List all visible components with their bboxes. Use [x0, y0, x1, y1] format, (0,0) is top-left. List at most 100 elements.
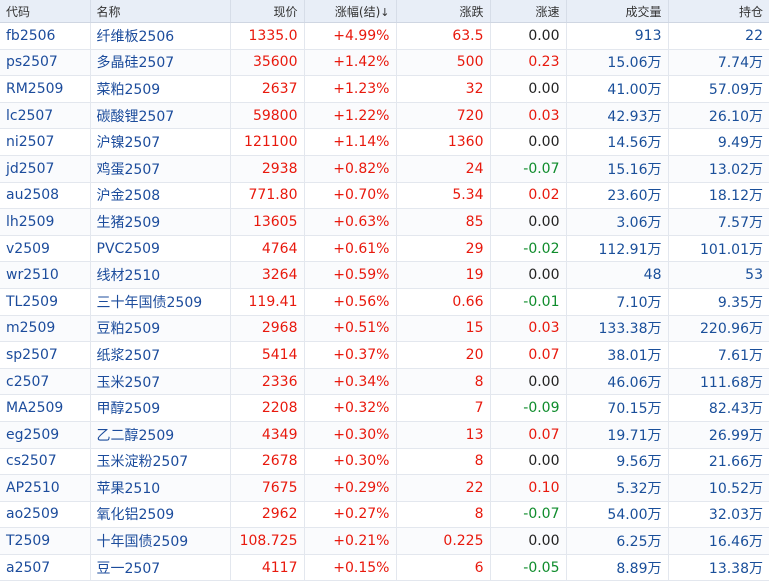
cell-code[interactable]: au2508 — [0, 182, 91, 210]
cell-change-pct: +0.51% — [304, 315, 397, 343]
table-row[interactable]: au2508 沪金2508 771.80 +0.70% 5.34 0.02 23… — [0, 182, 769, 210]
table-row[interactable]: fb2506 纤维板2506 1335.0 +4.99% 63.5 0.00 9… — [0, 22, 769, 50]
cell-speed: 0.07 — [490, 421, 567, 449]
table-row[interactable]: MA2509 甲醇2509 2208 +0.32% 7 -0.09 70.15万… — [0, 394, 769, 422]
cell-code[interactable]: TL2509 — [0, 288, 91, 316]
cell-name[interactable]: 鸡蛋2507 — [90, 155, 231, 183]
cell-name[interactable]: 三十年国债2509 — [90, 288, 231, 316]
column-header-volume[interactable]: 成交量 — [566, 0, 669, 23]
cell-price: 1335.0 — [230, 22, 305, 50]
cell-open-interest: 220.96万 — [668, 315, 769, 343]
sort-desc-icon: ↓ — [380, 5, 390, 19]
cell-name[interactable]: 线材2510 — [90, 261, 231, 289]
cell-name[interactable]: 苹果2510 — [90, 474, 231, 502]
cell-volume: 19.71万 — [566, 421, 669, 449]
cell-change: 500 — [396, 49, 491, 77]
cell-code[interactable]: a2507 — [0, 554, 91, 581]
cell-name[interactable]: 多晶硅2507 — [90, 49, 231, 77]
cell-code[interactable]: wr2510 — [0, 261, 91, 289]
cell-name[interactable]: 玉米淀粉2507 — [90, 448, 231, 476]
cell-code[interactable]: lh2509 — [0, 208, 91, 236]
cell-price: 4349 — [230, 421, 305, 449]
cell-price: 2962 — [230, 501, 305, 529]
cell-code[interactable]: v2509 — [0, 235, 91, 263]
cell-code[interactable]: eg2509 — [0, 421, 91, 449]
cell-volume: 15.06万 — [566, 49, 669, 77]
table-row[interactable]: lh2509 生猪2509 13605 +0.63% 85 0.00 3.06万… — [0, 208, 769, 236]
cell-speed: 0.23 — [490, 49, 567, 77]
cell-code[interactable]: ao2509 — [0, 501, 91, 529]
cell-code[interactable]: lc2507 — [0, 102, 91, 130]
cell-name[interactable]: 纤维板2506 — [90, 22, 231, 50]
cell-name[interactable]: 十年国债2509 — [90, 527, 231, 555]
cell-name[interactable]: 菜粕2509 — [90, 75, 231, 103]
cell-name[interactable]: 生猪2509 — [90, 208, 231, 236]
column-header-change-pct[interactable]: 涨幅(结)↓ — [304, 0, 397, 23]
cell-name[interactable]: PVC2509 — [90, 235, 231, 263]
column-header-label: 成交量 — [625, 4, 662, 19]
cell-price: 121100 — [230, 128, 305, 156]
table-row[interactable]: AP2510 苹果2510 7675 +0.29% 22 0.10 5.32万 … — [0, 474, 769, 502]
cell-speed: 0.10 — [490, 474, 567, 502]
cell-volume: 54.00万 — [566, 501, 669, 529]
cell-open-interest: 26.99万 — [668, 421, 769, 449]
cell-code[interactable]: T2509 — [0, 527, 91, 555]
cell-name[interactable]: 沪镍2507 — [90, 128, 231, 156]
table-row[interactable]: lc2507 碳酸锂2507 59800 +1.22% 720 0.03 42.… — [0, 102, 769, 130]
cell-name[interactable]: 豆粕2509 — [90, 315, 231, 343]
cell-code[interactable]: AP2510 — [0, 474, 91, 502]
table-row[interactable]: ni2507 沪镍2507 121100 +1.14% 1360 0.00 14… — [0, 128, 769, 156]
table-row[interactable]: T2509 十年国债2509 108.725 +0.21% 0.225 0.00… — [0, 527, 769, 555]
column-header-code[interactable]: 代码 — [0, 0, 91, 23]
table-row[interactable]: c2507 玉米2507 2336 +0.34% 8 0.00 46.06万 1… — [0, 368, 769, 396]
cell-code[interactable]: ni2507 — [0, 128, 91, 156]
table-row[interactable]: v2509 PVC2509 4764 +0.61% 29 -0.02 112.9… — [0, 235, 769, 263]
cell-change-pct: +0.61% — [304, 235, 397, 263]
cell-change: 0.225 — [396, 527, 491, 555]
table-row[interactable]: ao2509 氧化铝2509 2962 +0.27% 8 -0.07 54.00… — [0, 501, 769, 529]
cell-name[interactable]: 玉米2507 — [90, 368, 231, 396]
cell-name[interactable]: 豆一2507 — [90, 554, 231, 581]
cell-code[interactable]: ps2507 — [0, 49, 91, 77]
column-header-label: 现价 — [273, 4, 298, 19]
cell-code[interactable]: m2509 — [0, 315, 91, 343]
cell-change: 85 — [396, 208, 491, 236]
column-header-open-interest[interactable]: 持仓 — [668, 0, 769, 23]
cell-code[interactable]: MA2509 — [0, 394, 91, 422]
cell-code[interactable]: sp2507 — [0, 341, 91, 369]
table-row[interactable]: RM2509 菜粕2509 2637 +1.23% 32 0.00 41.00万… — [0, 75, 769, 103]
cell-open-interest: 21.66万 — [668, 448, 769, 476]
column-header-speed[interactable]: 涨速 — [490, 0, 567, 23]
cell-code[interactable]: c2507 — [0, 368, 91, 396]
table-row[interactable]: a2507 豆一2507 4117 +0.15% 6 -0.05 8.89万 1… — [0, 554, 769, 581]
cell-name[interactable]: 纸浆2507 — [90, 341, 231, 369]
column-header-name[interactable]: 名称 — [90, 0, 231, 23]
cell-change: 5.34 — [396, 182, 491, 210]
table-row[interactable]: eg2509 乙二醇2509 4349 +0.30% 13 0.07 19.71… — [0, 421, 769, 449]
cell-code[interactable]: fb2506 — [0, 22, 91, 50]
futures-quote-table: 代码 名称 现价 涨幅(结)↓ 涨跌 涨速 成交量 持仓 fb2506 纤维板2… — [0, 0, 769, 581]
column-header-change[interactable]: 涨跌 — [396, 0, 491, 23]
cell-code[interactable]: jd2507 — [0, 155, 91, 183]
cell-name[interactable]: 氧化铝2509 — [90, 501, 231, 529]
table-row[interactable]: wr2510 线材2510 3264 +0.59% 19 0.00 48 53 — [0, 261, 769, 289]
cell-name[interactable]: 沪金2508 — [90, 182, 231, 210]
table-row[interactable]: jd2507 鸡蛋2507 2938 +0.82% 24 -0.07 15.16… — [0, 155, 769, 183]
table-row[interactable]: m2509 豆粕2509 2968 +0.51% 15 0.03 133.38万… — [0, 315, 769, 343]
cell-name[interactable]: 甲醇2509 — [90, 394, 231, 422]
table-row[interactable]: sp2507 纸浆2507 5414 +0.37% 20 0.07 38.01万… — [0, 341, 769, 369]
cell-volume: 112.91万 — [566, 235, 669, 263]
cell-speed: 0.00 — [490, 448, 567, 476]
column-header-price[interactable]: 现价 — [230, 0, 305, 23]
cell-name[interactable]: 碳酸锂2507 — [90, 102, 231, 130]
table-row[interactable]: TL2509 三十年国债2509 119.41 +0.56% 0.66 -0.0… — [0, 288, 769, 316]
table-row[interactable]: ps2507 多晶硅2507 35600 +1.42% 500 0.23 15.… — [0, 49, 769, 77]
cell-code[interactable]: cs2507 — [0, 448, 91, 476]
cell-change-pct: +0.82% — [304, 155, 397, 183]
cell-code[interactable]: RM2509 — [0, 75, 91, 103]
table-row[interactable]: cs2507 玉米淀粉2507 2678 +0.30% 8 0.00 9.56万… — [0, 448, 769, 476]
cell-open-interest: 7.61万 — [668, 341, 769, 369]
cell-name[interactable]: 乙二醇2509 — [90, 421, 231, 449]
cell-change-pct: +0.30% — [304, 448, 397, 476]
cell-price: 2678 — [230, 448, 305, 476]
